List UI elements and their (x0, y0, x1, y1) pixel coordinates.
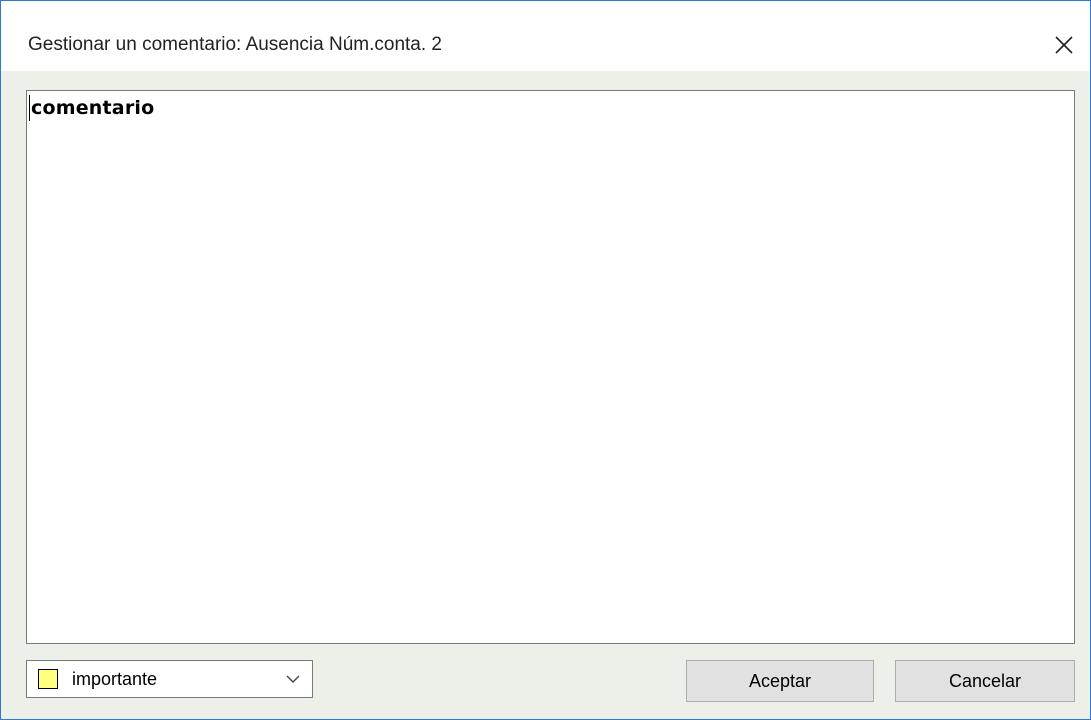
close-button[interactable] (1044, 19, 1090, 69)
chevron-down-icon[interactable] (285, 673, 301, 685)
window-title: Gestionar un comentario: Ausencia Núm.co… (28, 34, 443, 55)
dialog-window: Gestionar un comentario: Ausencia Núm.co… (0, 0, 1091, 720)
text-caret (29, 95, 30, 121)
comment-text: comentario (31, 97, 155, 119)
category-dropdown[interactable]: importante (26, 660, 313, 698)
category-label: importante (72, 669, 158, 689)
close-icon (1055, 36, 1073, 54)
cancel-button[interactable]: Cancelar (895, 660, 1075, 702)
dialog-body: comentario importante Aceptar Cancelar (1, 71, 1090, 719)
comment-textarea[interactable] (26, 90, 1075, 644)
title-bar: Gestionar un comentario: Ausencia Núm.co… (1, 1, 1090, 71)
category-color-swatch (38, 669, 58, 689)
accept-button[interactable]: Aceptar (686, 660, 874, 702)
